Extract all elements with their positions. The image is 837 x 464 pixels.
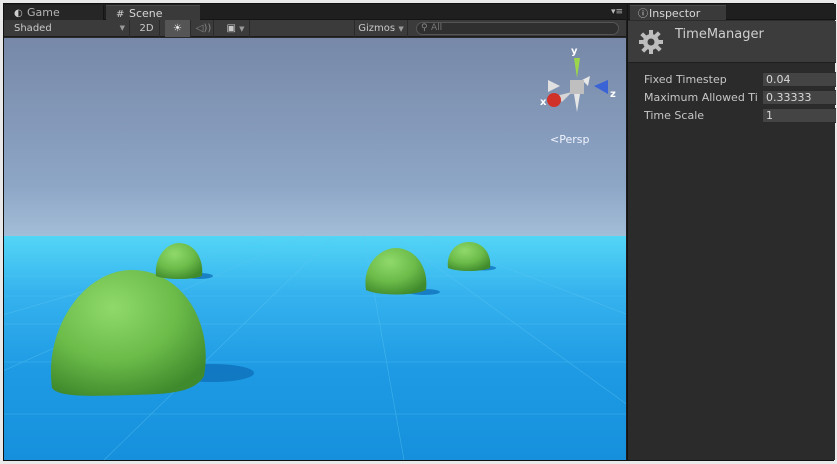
gizmo-x-label: x [540,97,547,108]
inspector-tab-bar: ⓘInspector [628,4,836,20]
inspector-header: TimeManager [628,21,836,63]
inspector-panel: ⓘInspector TimeManager Fixed Timestep 0.… [627,4,836,460]
tab-scene-label: Scene [129,7,163,20]
pacman-icon: ◐ [14,8,23,19]
gizmo-y-axis[interactable] [574,58,580,78]
scene-tab-bar: ◐ Game # Scene ▾≡ [4,4,626,20]
component-title: TimeManager [675,27,764,42]
panel-menu-icon[interactable]: ▾≡ [610,7,624,17]
property-label: Time Scale [644,109,705,122]
tab-game[interactable]: ◐ Game [4,5,104,20]
tab-scene[interactable]: # Scene [106,5,200,20]
dropdown-arrow-icon: ▼ [119,24,125,32]
gizmo-center-cube[interactable] [570,80,584,94]
property-row: Maximum Allowed Ti 0.33333 [628,89,836,107]
dropdown-arrow-icon: ▼ [239,25,245,33]
gizmo-z-axis[interactable] [594,80,608,94]
shading-mode-label: Shaded [14,23,52,34]
gear-icon [639,30,663,54]
toggle-2d-button[interactable]: 2D [134,20,160,37]
gizmo-neg-z-axis[interactable] [548,80,560,92]
property-label: Maximum Allowed Ti [644,91,758,104]
gizmo-neg-y-axis[interactable] [574,94,580,112]
projection-label: Persp [559,133,590,146]
tab-inspector[interactable]: ⓘInspector [630,5,726,20]
search-input[interactable]: ⚲ All [416,22,619,35]
sphere-large[interactable] [50,270,206,396]
tab-game-label: Game [27,6,60,19]
gizmos-dropdown[interactable]: Gizmos ▼ [354,20,408,37]
maximum-allowed-timestep-field[interactable]: 0.33333 [762,90,836,105]
audio-toggle[interactable]: ◁)) [194,20,214,37]
shading-mode-dropdown[interactable]: Shaded ▼ [4,20,130,37]
sphere-small-right[interactable] [447,242,491,271]
info-icon: ⓘ [638,9,648,20]
sun-icon: ☀ [173,23,182,34]
lighting-toggle[interactable]: ☀ [165,20,191,37]
gizmo-y-label: y [571,46,578,57]
fixed-timestep-field[interactable]: 0.04 [762,72,836,87]
back-arrow-icon: < [550,133,560,146]
scene-toolbar: Shaded ▼ 2D ☀ ◁)) ▣ ▼ Gizmos ▼ ⚲ All [4,20,626,37]
effects-dropdown[interactable]: ▣ ▼ [222,20,250,37]
scene-viewport[interactable]: y x z <Persp [4,38,626,460]
sphere-small-left[interactable] [155,243,203,279]
property-label: Fixed Timestep [644,73,727,86]
search-placeholder: All [431,23,443,33]
tab-inspector-label: Inspector [649,7,701,20]
search-icon: ⚲ [421,23,428,33]
editor-window: ◐ Game # Scene ▾≡ Shaded ▼ 2D ☀ ◁)) ▣ ▼ Gi… [3,3,836,461]
dropdown-arrow-icon: ▼ [398,25,404,33]
image-icon: ▣ [226,23,236,34]
time-scale-field[interactable]: 1 [762,108,836,123]
projection-toggle[interactable]: <Persp [550,133,589,146]
property-row: Time Scale 1 [628,107,836,125]
gizmo-x-axis[interactable] [547,93,561,107]
speaker-icon: ◁)) [195,23,212,34]
gizmo-z-label: z [610,89,616,100]
gizmos-label: Gizmos [358,23,396,34]
sphere-middle[interactable] [365,248,427,295]
property-row: Fixed Timestep 0.04 [628,71,836,89]
scene-panel: ◐ Game # Scene ▾≡ Shaded ▼ 2D ☀ ◁)) ▣ ▼ Gi… [4,4,626,460]
sphere-shadows [170,265,496,382]
